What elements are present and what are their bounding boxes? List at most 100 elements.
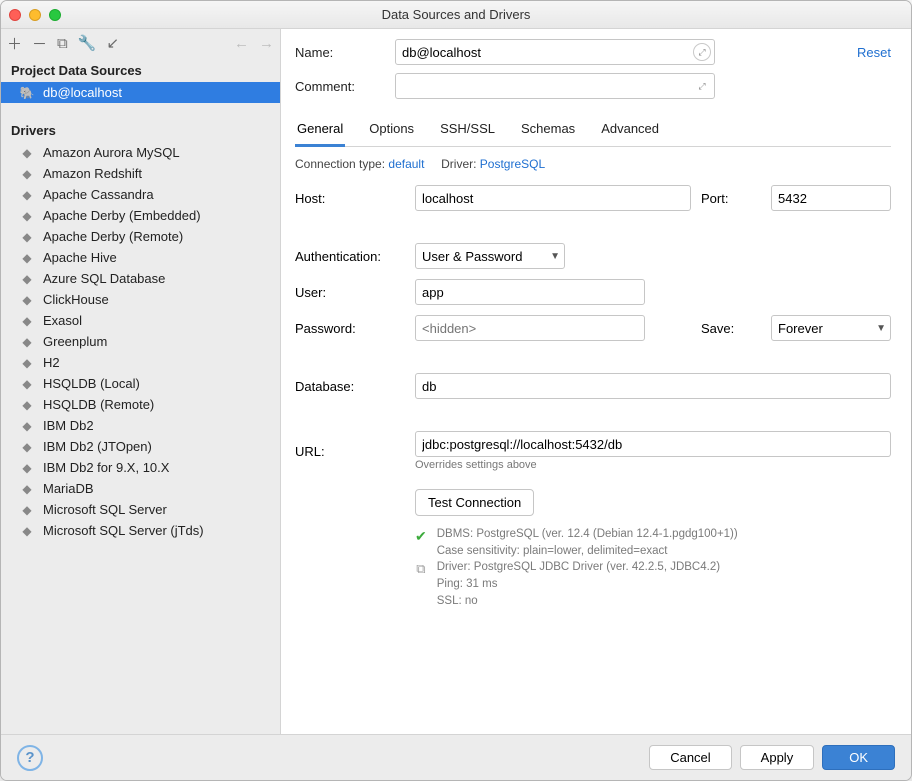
import-icon[interactable]: ↙ (106, 34, 119, 52)
reset-link[interactable]: Reset (857, 45, 891, 60)
database-icon: 🐘 (19, 86, 35, 100)
status-line: SSL: no (437, 593, 738, 610)
close-icon[interactable] (9, 9, 21, 21)
sidebar-item-driver[interactable]: ◆ Greenplum (1, 331, 280, 352)
driver-icon: ◆ (19, 146, 35, 160)
database-input[interactable] (415, 373, 891, 399)
comment-label: Comment: (295, 79, 395, 94)
forward-icon[interactable]: → (259, 35, 274, 52)
maximize-icon[interactable] (49, 9, 61, 21)
sidebar-item-driver[interactable]: ◆Apache Derby (Embedded) (1, 205, 280, 226)
sidebar-item-label: H2 (43, 355, 60, 370)
tab-general[interactable]: General (295, 115, 345, 147)
driver-value[interactable]: PostgreSQL (480, 157, 545, 171)
sidebar-item-driver[interactable]: ◆Apache Hive (1, 247, 280, 268)
sidebar-item-driver[interactable]: ◆Exasol (1, 310, 280, 331)
chevron-down-icon: ▼ (876, 323, 886, 334)
database-label: Database: (295, 379, 405, 394)
footer: ? Cancel Apply OK (1, 734, 911, 780)
test-connection-button[interactable]: Test Connection (415, 489, 534, 516)
help-icon[interactable]: ? (17, 745, 43, 771)
driver-icon: ◆ (19, 335, 35, 349)
port-label: Port: (701, 191, 761, 206)
sidebar-item-driver[interactable]: ◆ HSQLDB (Remote) (1, 394, 280, 415)
driver-icon: ◆ (19, 377, 35, 391)
copy-icon[interactable]: ⧉ (57, 35, 68, 52)
wrench-icon[interactable]: 🔧 (78, 34, 97, 52)
url-helper: Overrides settings above (415, 459, 891, 471)
sidebar-item-label: Microsoft SQL Server (43, 502, 167, 517)
driver-icon: ◆ (19, 314, 35, 328)
save-select[interactable]: Forever ▼ (771, 315, 891, 341)
comment-input[interactable] (395, 73, 715, 99)
driver-icon: ◆ (19, 482, 35, 496)
cancel-button[interactable]: Cancel (649, 745, 731, 770)
remove-icon[interactable]: － (32, 33, 47, 54)
tab-options[interactable]: Options (367, 115, 416, 146)
sidebar-toolbar: ＋ － ⧉ 🔧 ↙ ← → (1, 29, 280, 57)
minimize-icon[interactable] (29, 9, 41, 21)
copy-icon[interactable]: ⧉ (416, 560, 425, 579)
driver-icon: ◆ (19, 398, 35, 412)
sidebar-item-driver[interactable]: ◆Microsoft SQL Server (jTds) (1, 520, 280, 541)
url-label: URL: (295, 444, 405, 459)
tab-schemas[interactable]: Schemas (519, 115, 577, 146)
sidebar-item-driver[interactable]: ◆ClickHouse (1, 289, 280, 310)
sidebar-item-driver[interactable]: ◆IBM Db2 for 9.X, 10.X (1, 457, 280, 478)
status-line: Ping: 31 ms (437, 576, 738, 593)
sidebar-item-driver[interactable]: ◆MariaDB (1, 478, 280, 499)
sidebar-item-label: Amazon Redshift (43, 166, 142, 181)
user-label: User: (295, 285, 405, 300)
titlebar: Data Sources and Drivers (1, 1, 911, 29)
sidebar-item-driver[interactable]: ◆Apache Derby (Remote) (1, 226, 280, 247)
password-input[interactable] (415, 315, 645, 341)
sidebar-item-label: Amazon Aurora MySQL (43, 145, 180, 160)
project-sources-title: Project Data Sources (1, 57, 280, 82)
back-icon[interactable]: ← (234, 35, 249, 52)
driver-icon: ◆ (19, 356, 35, 370)
ok-button[interactable]: OK (822, 745, 895, 770)
port-input[interactable] (771, 185, 891, 211)
sidebar-item-label: db@localhost (43, 85, 122, 100)
driver-icon: ◆ (19, 440, 35, 454)
sidebar-item-label: Microsoft SQL Server (jTds) (43, 523, 204, 538)
expand-comment-icon[interactable]: ⤢ (693, 77, 711, 95)
sidebar-item-driver[interactable]: ◆Amazon Redshift (1, 163, 280, 184)
driver-icon: ◆ (19, 272, 35, 286)
sidebar-item-driver[interactable]: ◆ Azure SQL Database (1, 268, 280, 289)
tab-ssh-ssl[interactable]: SSH/SSL (438, 115, 497, 146)
sidebar-item-driver[interactable]: ◆IBM Db2 (1, 415, 280, 436)
user-input[interactable] (415, 279, 645, 305)
add-icon[interactable]: ＋ (7, 33, 22, 54)
apply-button[interactable]: Apply (740, 745, 815, 770)
auth-select[interactable]: User & Password ▼ (415, 243, 565, 269)
tabs: General Options SSH/SSL Schemas Advanced (295, 115, 891, 147)
drivers-title: Drivers (1, 117, 280, 142)
chevron-down-icon: ▼ (550, 251, 560, 262)
tab-advanced[interactable]: Advanced (599, 115, 661, 146)
sidebar-item-driver[interactable]: ◆HSQLDB (Local) (1, 373, 280, 394)
sidebar-item-driver[interactable]: ◆ IBM Db2 (JTOpen) (1, 436, 280, 457)
sidebar-item-datasource[interactable]: 🐘 db@localhost (1, 82, 280, 103)
driver-label: Driver: (441, 157, 476, 171)
connection-type-value[interactable]: default (388, 157, 424, 171)
window-controls (9, 9, 61, 21)
driver-icon: ◆ (19, 251, 35, 265)
sidebar: ＋ － ⧉ 🔧 ↙ ← → Project Data Sources 🐘 db@l… (1, 29, 281, 734)
url-input[interactable] (415, 431, 891, 457)
sidebar-item-label: IBM Db2 (JTOpen) (43, 439, 152, 454)
sidebar-item-driver[interactable]: ◆ Amazon Aurora MySQL (1, 142, 280, 163)
name-label: Name: (295, 45, 395, 60)
connection-type-row: Connection type: default Driver: Postgre… (295, 147, 891, 185)
sidebar-item-label: HSQLDB (Remote) (43, 397, 154, 412)
sidebar-item-label: ClickHouse (43, 292, 109, 307)
sidebar-item-driver[interactable]: ◆ H2 (1, 352, 280, 373)
sidebar-item-label: Greenplum (43, 334, 107, 349)
expand-name-icon[interactable]: ⤢ (693, 43, 711, 61)
sidebar-item-driver[interactable]: ◆Microsoft SQL Server (1, 499, 280, 520)
save-value: Forever (778, 321, 823, 336)
name-input[interactable] (395, 39, 715, 65)
sidebar-item-driver[interactable]: ◆Apache Cassandra (1, 184, 280, 205)
host-input[interactable] (415, 185, 691, 211)
sidebar-item-label: Azure SQL Database (43, 271, 165, 286)
